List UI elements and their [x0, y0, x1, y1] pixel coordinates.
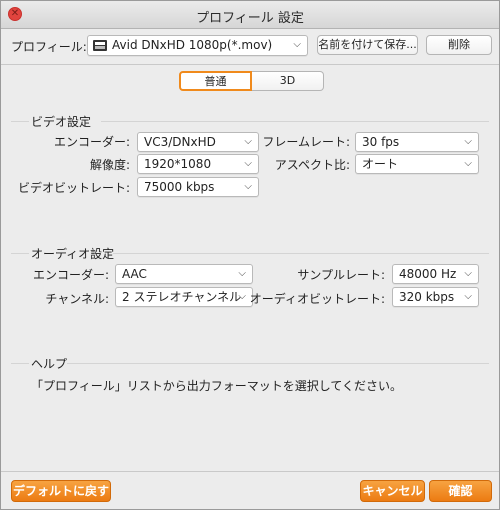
chevron-down-icon: ⌵	[464, 136, 472, 147]
tab-normal[interactable]: 普通	[179, 71, 252, 91]
tab-3d[interactable]: 3D	[252, 71, 324, 91]
aspect-label: アスペクト比:	[274, 158, 350, 172]
audio-bitrate-select[interactable]: 320 kbps ⌵	[392, 287, 479, 307]
channel-label: チャンネル:	[45, 292, 109, 306]
audio-section-title: オーディオ設定	[31, 247, 115, 261]
film-icon	[93, 40, 107, 51]
chevron-down-icon: ⌵	[238, 291, 246, 302]
divider	[1, 64, 499, 65]
divider	[101, 121, 489, 122]
audio-encoder-value: AAC	[122, 267, 147, 281]
delete-button[interactable]: 削除	[426, 35, 492, 55]
samplerate-select[interactable]: 48000 Hz ⌵	[392, 264, 479, 284]
profile-select-value: Avid DNxHD 1080p(*.mov)	[112, 38, 273, 52]
profile-settings-window: ✕ プロフィール 設定 プロフィール: Avid DNxHD 1080p(*.m…	[0, 0, 500, 510]
aspect-select[interactable]: オート ⌵	[355, 154, 479, 174]
chevron-down-icon: ⌵	[238, 268, 246, 279]
video-bitrate-value: 75000 kbps	[144, 180, 215, 194]
chevron-down-icon: ⌵	[244, 181, 252, 192]
audio-bitrate-value: 320 kbps	[399, 290, 455, 304]
video-encoder-value: VC3/DNxHD	[144, 135, 216, 149]
audio-bitrate-label: オーディオビットレート:	[249, 292, 385, 306]
chevron-down-icon: ⌵	[244, 136, 252, 147]
resolution-value: 1920*1080	[144, 157, 212, 171]
divider	[1, 471, 499, 472]
channel-select[interactable]: 2 ステレオチャンネル ⌵	[115, 287, 253, 307]
aspect-value: オート	[362, 157, 399, 171]
divider	[11, 363, 29, 364]
video-bitrate-select[interactable]: 75000 kbps ⌵	[137, 177, 259, 197]
audio-encoder-label: エンコーダー:	[32, 268, 109, 282]
chevron-down-icon: ⌵	[464, 158, 472, 169]
chevron-down-icon: ⌵	[244, 158, 252, 169]
divider	[67, 363, 489, 364]
divider	[11, 121, 29, 122]
ok-button[interactable]: 確認	[429, 480, 492, 502]
chevron-down-icon: ⌵	[293, 39, 301, 50]
chevron-down-icon: ⌵	[464, 268, 472, 279]
channel-value: 2 ステレオチャンネル	[122, 290, 242, 304]
framerate-label: フレームレート:	[262, 135, 350, 149]
cancel-button[interactable]: キャンセル	[360, 480, 425, 502]
profile-select[interactable]: Avid DNxHD 1080p(*.mov) ⌵	[87, 35, 308, 56]
title-bar: ✕ プロフィール 設定	[1, 1, 499, 29]
divider	[11, 253, 29, 254]
divider	[113, 253, 489, 254]
resolution-label: 解像度:	[89, 158, 130, 172]
chevron-down-icon: ⌵	[464, 291, 472, 302]
framerate-select[interactable]: 30 fps ⌵	[355, 132, 479, 152]
samplerate-label: サンプルレート:	[297, 268, 385, 282]
help-section-title: ヘルプ	[31, 357, 68, 371]
video-bitrate-label: ビデオビットレート:	[17, 181, 130, 195]
save-as-button[interactable]: 名前を付けて保存...	[317, 35, 418, 55]
window-title: プロフィール 設定	[196, 11, 304, 26]
framerate-value: 30 fps	[362, 135, 400, 149]
audio-encoder-select[interactable]: AAC ⌵	[115, 264, 253, 284]
resolution-select[interactable]: 1920*1080 ⌵	[137, 154, 259, 174]
restore-default-button[interactable]: デフォルトに戻す	[11, 480, 111, 502]
video-encoder-select[interactable]: VC3/DNxHD ⌵	[137, 132, 259, 152]
profile-label: プロフィール:	[11, 40, 87, 54]
video-encoder-label: エンコーダー:	[53, 135, 130, 149]
help-text: 「プロフィール」リストから出力フォーマットを選択してください。	[31, 379, 403, 393]
samplerate-value: 48000 Hz	[399, 267, 457, 281]
video-section-title: ビデオ設定	[31, 115, 92, 129]
